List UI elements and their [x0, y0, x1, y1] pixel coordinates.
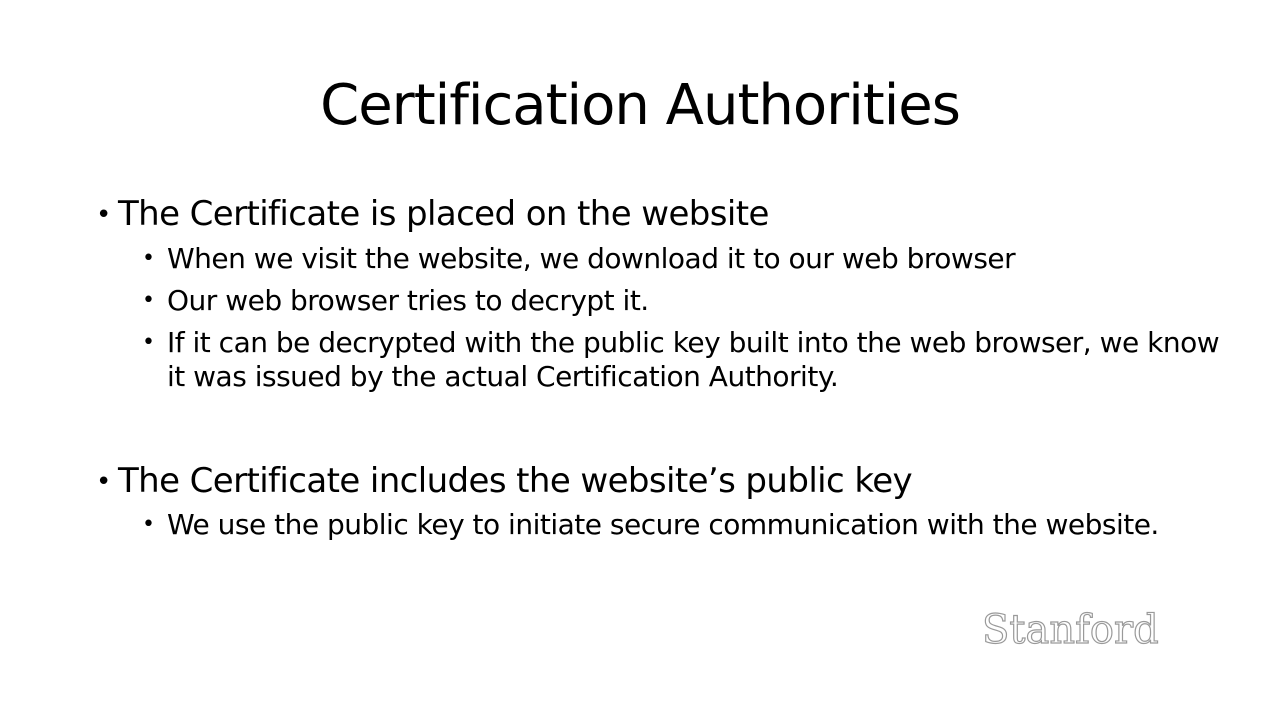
sub-bullet-item: • We use the public key to initiate secu…: [142, 508, 1222, 542]
sub-bullet-item: • If it can be decrypted with the public…: [142, 326, 1222, 394]
bullet-icon: •: [96, 467, 111, 497]
bullet-icon: •: [142, 246, 155, 271]
bullet-item: • The Certificate is placed on the websit…: [96, 194, 769, 235]
stanford-logo: Stanford: [981, 606, 1159, 653]
sub-bullet-text: Our web browser tries to decrypt it.: [167, 284, 649, 317]
sub-bullet-text: We use the public key to initiate secure…: [167, 508, 1159, 541]
sub-bullet-text: When we visit the website, we download i…: [167, 242, 1016, 275]
bullet-icon: •: [142, 330, 155, 355]
bullet-item: • The Certificate includes the website’s …: [96, 461, 913, 502]
bullet-icon: •: [142, 288, 155, 313]
slide-title: Certification Authorities: [320, 73, 961, 138]
bullet-text: The Certificate includes the website’s p…: [118, 461, 913, 501]
bullet-text: The Certificate is placed on the website: [118, 194, 769, 234]
bullet-icon: •: [142, 512, 155, 537]
sub-bullet-text: If it can be decrypted with the public k…: [167, 326, 1220, 393]
slide: Certification Authorities • The Certifica…: [0, 0, 1280, 720]
sub-bullet-item: • When we visit the website, we download…: [142, 242, 1222, 276]
sub-bullet-item: • Our web browser tries to decrypt it.: [142, 284, 1222, 318]
bullet-icon: •: [96, 200, 111, 230]
